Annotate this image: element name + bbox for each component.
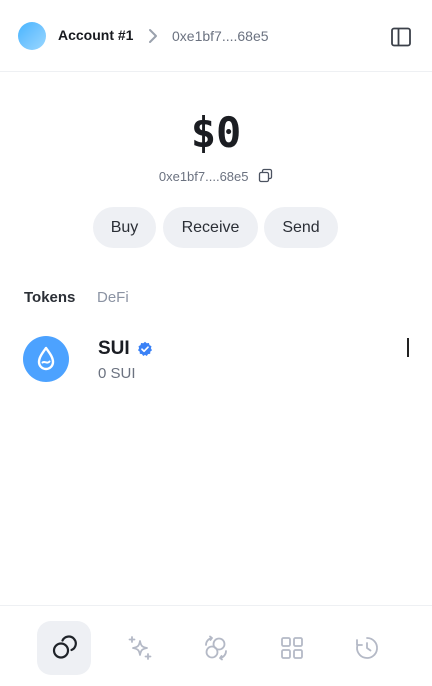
wallet-address: 0xe1bf7....68e5 xyxy=(158,169,249,184)
tab-defi[interactable]: DeFi xyxy=(97,289,129,306)
send-button[interactable]: Send xyxy=(264,207,338,248)
token-symbol: SUI xyxy=(98,338,130,359)
account-name[interactable]: Account #1 xyxy=(58,27,133,43)
nav-item-swap[interactable] xyxy=(189,621,243,675)
sidebar-panel-icon xyxy=(391,27,411,47)
receive-button[interactable]: Receive xyxy=(163,207,258,248)
token-list-item[interactable]: SUI 0 SUI xyxy=(0,330,432,390)
apps-grid-icon xyxy=(281,637,303,659)
token-amount: 0 SUI xyxy=(98,365,136,382)
nav-item-discover[interactable] xyxy=(113,621,167,675)
tab-tokens[interactable]: Tokens xyxy=(24,289,75,306)
buy-button[interactable]: Buy xyxy=(93,207,156,248)
swap-icon xyxy=(205,635,227,661)
account-avatar[interactable] xyxy=(18,22,46,50)
wallet-address-row: 0xe1bf7....68e5 xyxy=(0,168,432,184)
history-icon xyxy=(356,637,378,659)
chevron-right-icon xyxy=(149,29,157,43)
coins-icon xyxy=(52,635,77,659)
text-cursor xyxy=(407,338,409,357)
sui-logo-icon xyxy=(23,336,69,382)
nav-item-activity[interactable] xyxy=(340,621,394,675)
sparkles-icon xyxy=(128,636,152,660)
nav-item-tokens[interactable] xyxy=(37,621,91,675)
header-bar: Account #1 0xe1bf7....68e5 xyxy=(0,0,432,72)
copy-icon[interactable] xyxy=(258,168,273,183)
sidebar-toggle-button[interactable] xyxy=(388,24,414,50)
header-address[interactable]: 0xe1bf7....68e5 xyxy=(172,28,269,44)
bottom-nav xyxy=(0,605,432,686)
nav-item-apps[interactable] xyxy=(265,621,319,675)
verified-badge-icon xyxy=(138,341,152,356)
balance-amount: $0 xyxy=(190,108,242,157)
